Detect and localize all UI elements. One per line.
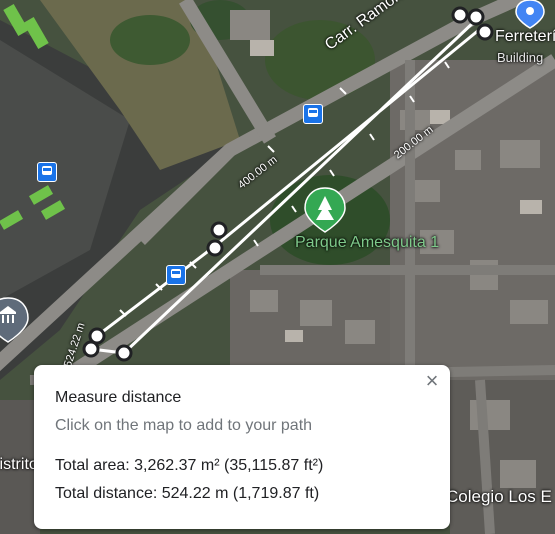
place-label-distrito: Distrito [0, 456, 38, 473]
measure-distance-card: × Measure distance Click on the map to a… [34, 365, 450, 529]
total-area: Total area: 3,262.37 m² (35,115.87 ft²) [55, 457, 324, 474]
place-label-ferreteria[interactable]: Ferretería [495, 28, 555, 46]
bus-stop-icon[interactable] [303, 104, 323, 124]
bus-stop-icon[interactable] [37, 162, 57, 182]
close-button[interactable]: × [420, 369, 444, 393]
map-canvas[interactable]: Carr. Ramón Matías Mella 400.00 m 200.00… [0, 0, 555, 534]
place-label-colegio[interactable]: Colegio Los E [446, 487, 552, 507]
measure-hint: Click on the map to add to your path [55, 417, 313, 434]
total-distance: Total distance: 524.22 m (1,719.87 ft) [55, 485, 320, 502]
measure-title: Measure distance [55, 389, 182, 406]
park-label[interactable]: Parque Amesquita 1 [295, 234, 439, 252]
place-label-building: Building [497, 50, 544, 65]
bus-stop-icon[interactable] [166, 265, 186, 285]
